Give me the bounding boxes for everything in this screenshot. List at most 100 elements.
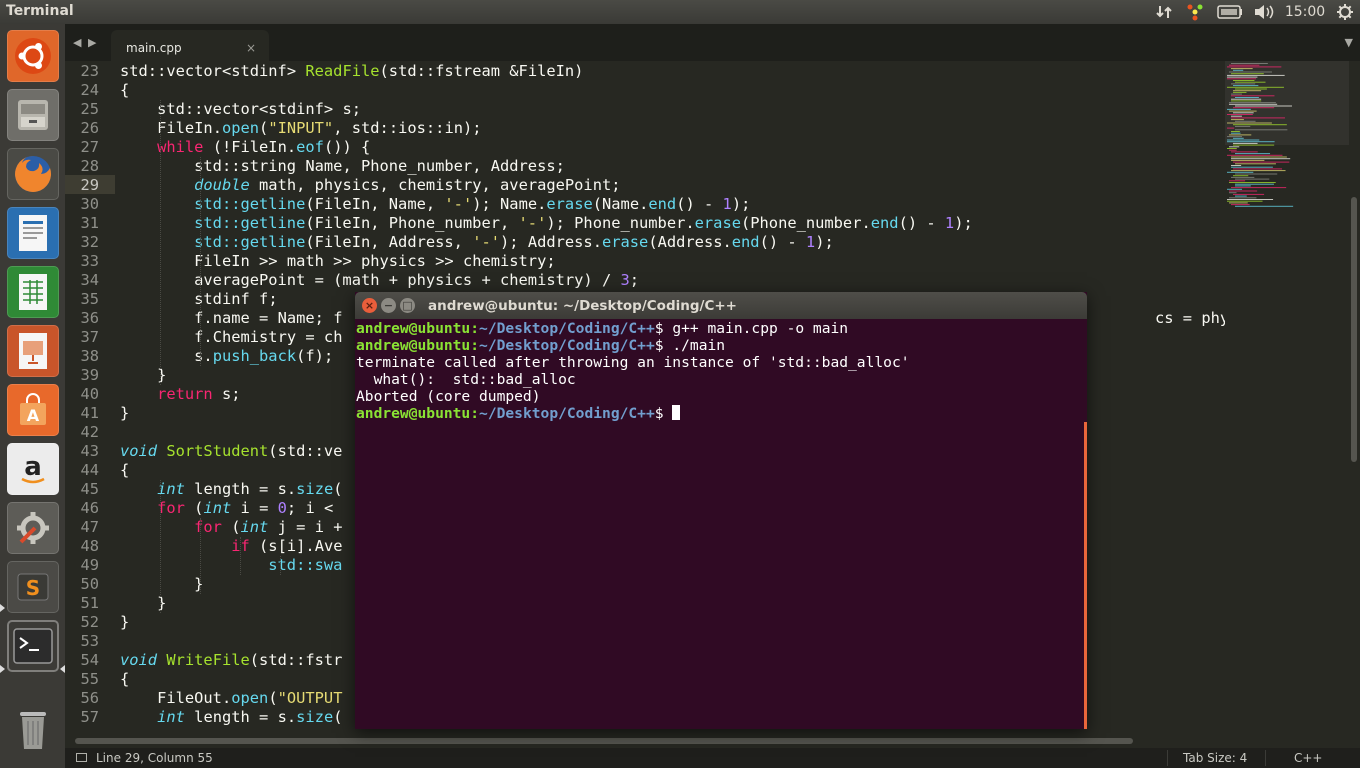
line-number: 36: [80, 309, 99, 327]
minimap-line: [1231, 166, 1273, 168]
minimap-line: [1229, 192, 1237, 194]
battery-icon[interactable]: [1215, 0, 1245, 24]
tab-main-cpp[interactable]: main.cpp ×: [111, 30, 269, 61]
minimap-line: [1227, 188, 1242, 190]
maximize-window-icon[interactable]: □: [400, 298, 415, 313]
line-number: 45: [80, 480, 99, 498]
code-line[interactable]: std::vector<stdinf> ReadFile(std::fstrea…: [120, 62, 583, 81]
code-line[interactable]: int length = s.size(: [120, 708, 342, 727]
minimap-line: [1233, 124, 1287, 126]
writer-document-icon[interactable]: [7, 207, 59, 259]
line-number: 51: [80, 594, 99, 612]
minimap-line: [1235, 81, 1266, 83]
minimize-window-icon[interactable]: −: [381, 298, 396, 313]
syntax-selector[interactable]: C++: [1294, 751, 1323, 765]
line-number: 30: [80, 195, 99, 213]
minimap-line: [1233, 90, 1262, 92]
minimap-line: [1235, 88, 1267, 90]
minimap-line: [1229, 190, 1258, 192]
sublime-text-icon[interactable]: S: [7, 561, 59, 613]
terminal-prompt-icon[interactable]: [7, 620, 59, 672]
minimap-preview: [1227, 63, 1294, 207]
previous-tab-arrow-icon[interactable]: ◀: [73, 36, 81, 49]
code-line[interactable]: std::getline(FileIn, Address, '-'); Addr…: [120, 233, 834, 252]
minimap-line: [1233, 91, 1247, 93]
code-line[interactable]: std::string Name, Phone_number, Address;: [120, 157, 565, 176]
horizontal-scrollbar-thumb[interactable]: [75, 738, 1133, 744]
code-line[interactable]: }: [120, 404, 129, 423]
code-line[interactable]: averagePoint = (math + physics + chemist…: [120, 271, 639, 290]
trash-icon[interactable]: [7, 704, 59, 756]
code-line[interactable]: {: [120, 81, 129, 100]
session-gear-icon[interactable]: [1333, 0, 1357, 24]
code-line[interactable]: if (s[i].Ave: [120, 537, 342, 556]
multi-color-indicator-icon[interactable]: [1183, 0, 1207, 24]
code-line[interactable]: void SortStudent(std::ve: [120, 442, 342, 461]
code-line[interactable]: std::vector<stdinf> s;: [120, 100, 361, 119]
code-line[interactable]: {: [120, 670, 129, 689]
minimap-line: [1229, 146, 1240, 148]
code-line[interactable]: for (int i = 0; i <: [120, 499, 343, 518]
vertical-scrollbar[interactable]: [1349, 61, 1360, 735]
tab-close-icon[interactable]: ×: [246, 41, 256, 55]
code-line[interactable]: }: [120, 575, 203, 594]
firefox-icon[interactable]: [7, 148, 59, 200]
next-tab-arrow-icon[interactable]: ▶: [88, 36, 96, 49]
vertical-scrollbar-thumb[interactable]: [1351, 197, 1357, 462]
tab-list-dropdown-icon[interactable]: ▼: [1345, 36, 1353, 49]
volume-icon[interactable]: [1251, 0, 1277, 24]
amazon-icon[interactable]: a: [7, 443, 59, 495]
prompt-separator: :: [470, 337, 480, 354]
code-line[interactable]: while (!FileIn.eof()) {: [120, 138, 370, 157]
code-line[interactable]: {: [120, 461, 129, 480]
minimap-line: [1235, 97, 1259, 98]
clock[interactable]: 15:00: [1283, 0, 1327, 24]
minimap-line: [1231, 83, 1256, 85]
indent-guide: [240, 537, 241, 575]
code-line[interactable]: f.name = Name; f: [120, 309, 342, 328]
calc-spreadsheet-icon[interactable]: [7, 266, 59, 318]
code-line[interactable]: std::getline(FileIn, Phone_number, '-');…: [120, 214, 973, 233]
file-cabinet-icon[interactable]: [7, 89, 59, 141]
line-number: 28: [80, 157, 99, 175]
line-number: 25: [80, 100, 99, 118]
terminal-resize-edge[interactable]: [1084, 422, 1087, 729]
line-number: 48: [80, 537, 99, 555]
panel-toggle-icon[interactable]: [76, 753, 87, 762]
minimap[interactable]: [1225, 61, 1349, 735]
line-number: 24: [80, 81, 99, 99]
network-transfer-icon[interactable]: [1152, 0, 1176, 24]
shopping-bag-icon[interactable]: A: [7, 384, 59, 436]
code-line[interactable]: for (int j = i +: [120, 518, 352, 537]
minimap-line: [1235, 185, 1251, 187]
line-number: 43: [80, 442, 99, 460]
terminal-titlebar[interactable]: × − □ andrew@ubuntu: ~/Desktop/Coding/C+…: [355, 292, 1087, 319]
ubuntu-logo-icon[interactable]: [7, 30, 59, 82]
code-line[interactable]: void WriteFile(std::fstr: [120, 651, 342, 670]
code-line[interactable]: FileIn >> math >> physics >> chemistry;: [120, 252, 555, 271]
code-line[interactable]: return s;: [120, 385, 240, 404]
code-line[interactable]: double math, physics, chemistry, average…: [120, 176, 620, 195]
active-app-title: Terminal: [6, 3, 74, 19]
tab-size-selector[interactable]: Tab Size: 4: [1183, 751, 1247, 765]
minimap-line: [1229, 102, 1276, 104]
horizontal-scrollbar[interactable]: [65, 735, 1360, 748]
code-line[interactable]: s.push_back(f);: [120, 347, 333, 366]
terminal-window[interactable]: × − □ andrew@ubuntu: ~/Desktop/Coding/C+…: [355, 292, 1087, 729]
settings-wrench-icon[interactable]: [7, 502, 59, 554]
code-line[interactable]: stdinf f;: [120, 290, 277, 309]
code-line[interactable]: }: [120, 613, 129, 632]
code-line[interactable]: FileOut.open("OUTPUT: [120, 689, 342, 708]
code-line[interactable]: f.Chemistry = ch: [120, 328, 342, 347]
close-window-icon[interactable]: ×: [362, 298, 377, 313]
impress-presentation-icon[interactable]: [7, 325, 59, 377]
line-number: 55: [80, 670, 99, 688]
code-line[interactable]: std::swa: [120, 556, 342, 575]
code-line[interactable]: FileIn.open("INPUT", std::ios::in);: [120, 119, 481, 138]
code-line[interactable]: int length = s.size(: [120, 480, 342, 499]
minimap-line: [1235, 205, 1294, 207]
minimap-line: [1233, 80, 1255, 81]
code-line[interactable]: std::getline(FileIn, Name, '-'); Name.er…: [120, 195, 750, 214]
code-line-overflow[interactable]: cs = physics;: [1155, 309, 1225, 328]
terminal-title: andrew@ubuntu: ~/Desktop/Coding/C++: [428, 298, 737, 314]
